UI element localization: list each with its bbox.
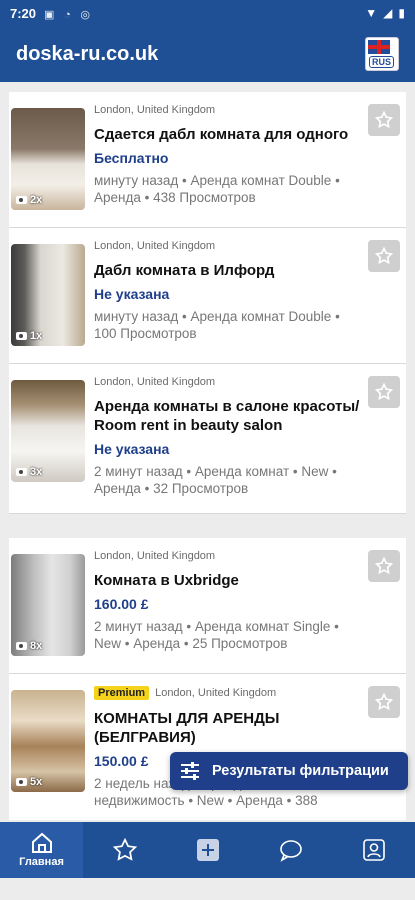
listing-meta: минуту назад • Аренда комнат Double • Ар… [94, 173, 340, 205]
nav-favorites[interactable] [83, 822, 166, 878]
add-icon [196, 839, 219, 861]
camera-icon [16, 642, 27, 650]
gesture-bar [0, 878, 415, 900]
listing-title[interactable]: Сдается дабл комната для одного [94, 125, 364, 144]
listing-title[interactable]: Комната в Uxbridge [94, 571, 364, 590]
battery-icon: ▮ [398, 6, 405, 20]
nav-add[interactable] [166, 822, 249, 878]
listing-location: London, United Kingdom [94, 376, 216, 388]
listing-photo[interactable]: 8x [11, 554, 85, 656]
camera-icon [16, 332, 27, 340]
star-icon [112, 837, 137, 861]
app-title: doska-ru.co.uk [16, 42, 159, 65]
listing-meta: 2 минут назад • Аренда комнат • New • Ар… [94, 464, 337, 496]
chat-icon [279, 840, 302, 862]
favorite-button[interactable] [368, 686, 400, 718]
listing-card[interactable]: 2x London, United Kingdom Сдается дабл к… [9, 92, 406, 228]
listing-location: London, United Kingdom [94, 240, 216, 252]
star-icon [374, 246, 394, 265]
nav-messages[interactable] [249, 822, 332, 878]
premium-badge: Premium [94, 686, 150, 700]
photo-count: 5x [30, 776, 43, 788]
status-bar: 7:20 ▣ ◔ ◎ ▼ ◢ ▮ [0, 0, 415, 26]
listing-card[interactable]: 8x London, United Kingdom Комната в Uxbr… [9, 538, 406, 674]
star-icon [374, 110, 394, 129]
listing-price: 160.00 £ [94, 596, 149, 612]
uk-flag-icon [368, 40, 390, 54]
listing-photo[interactable]: 3x [11, 380, 85, 482]
camera-icon [16, 778, 27, 786]
listing-location: London, United Kingdom [94, 550, 216, 562]
listing-location: London, United Kingdom [94, 104, 216, 116]
language-label: RUS [369, 56, 395, 68]
filter-sliders-icon [181, 762, 199, 780]
photo-count: 8x [30, 640, 43, 652]
status-time: 7:20 [10, 5, 37, 21]
home-icon [31, 832, 52, 853]
favorite-button[interactable] [368, 550, 400, 582]
star-icon [374, 382, 394, 401]
listing-meta: 2 минут назад • Аренда комнат Single • N… [94, 619, 339, 651]
favorite-button[interactable] [368, 240, 400, 272]
profile-icon [362, 839, 385, 861]
photo-count: 1x [30, 330, 43, 342]
filter-results-label: Результаты фильтрации [212, 763, 389, 779]
gallery-icon: ▣ [44, 8, 55, 21]
star-icon [374, 692, 394, 711]
favorite-button[interactable] [368, 104, 400, 136]
signal-icon: ◢ [383, 6, 393, 20]
bottom-nav: Главная [0, 822, 415, 878]
listing-title[interactable]: Дабл комната в Илфорд [94, 261, 364, 280]
nav-home-label: Главная [19, 856, 64, 868]
listings-list: 2x London, United Kingdom Сдается дабл к… [9, 92, 406, 820]
listing-price: Не указана [94, 286, 170, 302]
nav-profile[interactable] [332, 822, 415, 878]
listing-price: Не указана [94, 441, 170, 457]
language-button[interactable]: RUS [365, 37, 399, 71]
app-bar: doska-ru.co.uk RUS [0, 26, 415, 82]
camera-icon [16, 468, 27, 476]
listing-location: London, United Kingdom [155, 687, 277, 699]
listing-photo[interactable]: 1x [11, 244, 85, 346]
listing-price: Бесплатно [94, 150, 169, 166]
favorite-button[interactable] [368, 376, 400, 408]
filter-results-button[interactable]: Результаты фильтрации [170, 752, 408, 790]
sync-icon: ◎ [80, 8, 90, 21]
chat-icon: ◔ [64, 8, 71, 21]
listing-title[interactable]: КОМНАТЫ ДЛЯ АРЕНДЫ (БЕЛГРАВИЯ) [94, 709, 364, 747]
listing-card[interactable]: 3x London, United Kingdom Аренда комнаты… [9, 364, 406, 514]
camera-icon [16, 196, 27, 204]
star-icon [374, 556, 394, 575]
listing-photo[interactable]: 2x [11, 108, 85, 210]
photo-count: 2x [30, 194, 43, 206]
listing-card[interactable]: 1x London, United Kingdom Дабл комната в… [9, 228, 406, 364]
listing-title[interactable]: Аренда комнаты в салоне красоты/ Room re… [94, 397, 364, 435]
listing-card[interactable]: 5x Premium London, United Kingdom КОМНАТ… [9, 674, 406, 820]
photo-count: 3x [30, 466, 43, 478]
nav-home[interactable]: Главная [0, 822, 83, 878]
listing-meta: минуту назад • Аренда комнат Double • 10… [94, 309, 340, 341]
listing-photo[interactable]: 5x [11, 690, 85, 792]
wifi-icon: ▼ [365, 6, 378, 20]
